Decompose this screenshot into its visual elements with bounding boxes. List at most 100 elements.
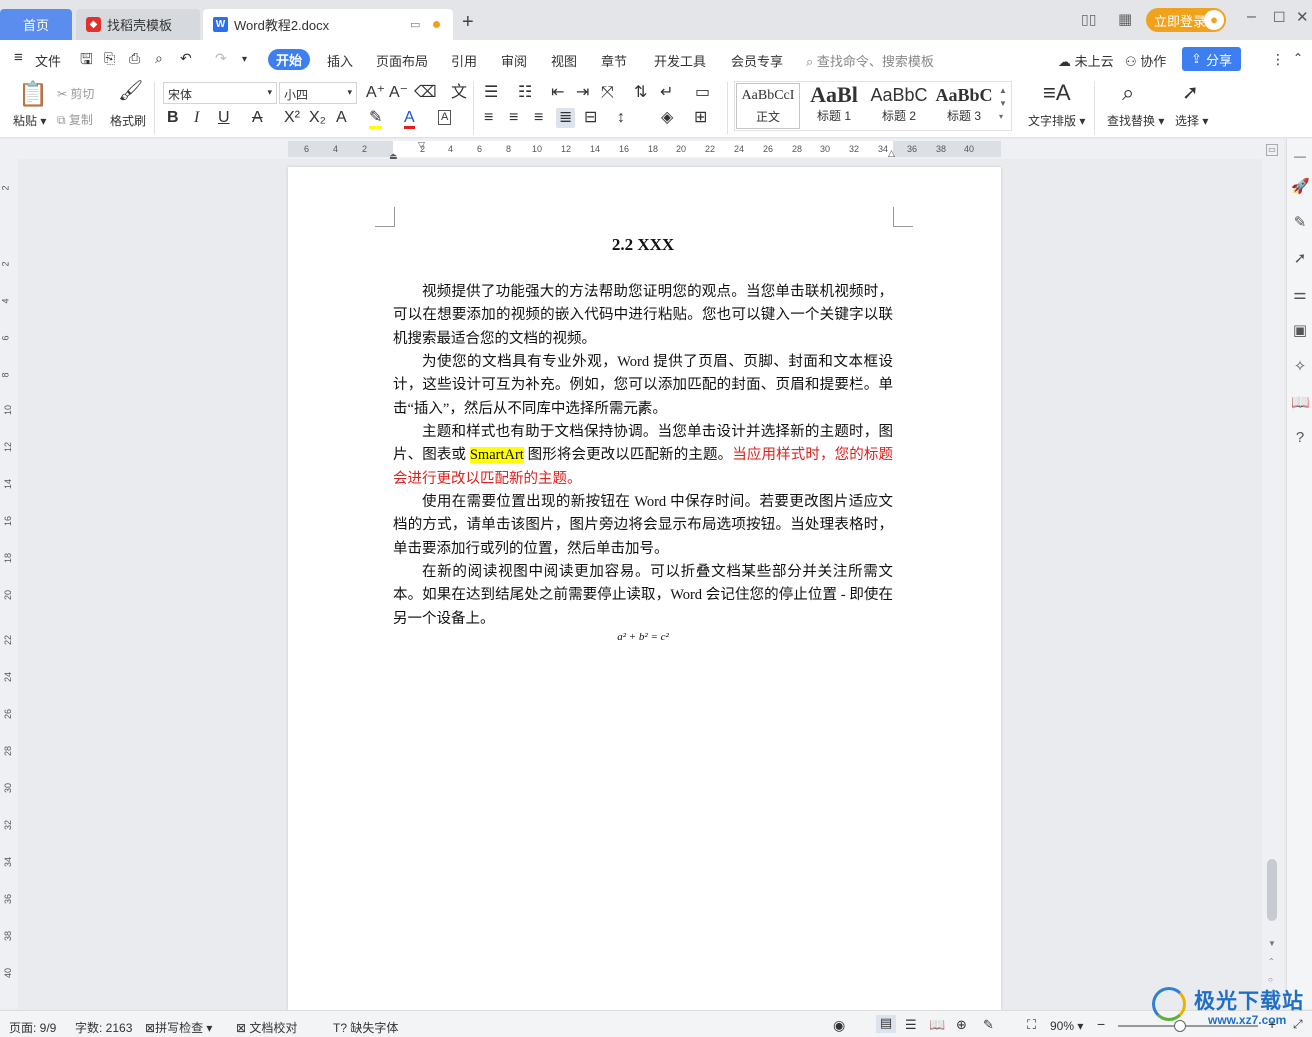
page-indicator[interactable]: 页面: 9/9 (9, 1019, 56, 1036)
highlight-icon[interactable]: ✎ (369, 110, 383, 129)
numbered-list-icon[interactable]: ☷ (518, 85, 532, 101)
command-search[interactable]: ⌕ 查找命令、搜索模板 (806, 51, 934, 70)
menu-tab-chapter[interactable]: 章节 (601, 51, 627, 70)
outline-view-icon[interactable]: ☰ (905, 1017, 917, 1033)
compass-icon[interactable]: ✧ (1291, 357, 1309, 375)
text-effect-icon[interactable]: A (336, 110, 347, 126)
write-view-icon[interactable]: ✎ (983, 1017, 994, 1033)
menu-tab-member[interactable]: 会员专享 (731, 51, 783, 70)
strikethrough-icon[interactable]: A (252, 110, 263, 126)
bold-icon[interactable]: B (167, 110, 179, 126)
shading-icon[interactable]: ◈ (661, 110, 673, 126)
browse-object-icon[interactable]: ○ (1268, 975, 1273, 984)
show-marks-icon[interactable]: ↵ (660, 85, 673, 101)
align-left-icon[interactable]: ≡ (484, 110, 493, 126)
fit-page-icon[interactable]: ⛶ (1027, 1017, 1036, 1033)
select-button[interactable]: 选择 ▾ (1175, 112, 1208, 129)
menu-file[interactable]: 文件 (35, 51, 61, 70)
menu-tab-home[interactable]: 开始 (268, 49, 310, 70)
quick-access-dropdown-icon[interactable]: ▾ (242, 54, 247, 65)
underline-icon[interactable]: U (218, 110, 230, 126)
sort-icon[interactable]: ⇅ (634, 85, 647, 101)
rocket-icon[interactable]: 🚀 (1291, 177, 1310, 195)
chinese-layout-icon[interactable]: ⤧ (601, 85, 614, 101)
font-size-select[interactable]: 小四 ▾ (279, 82, 357, 104)
find-icon[interactable]: ⌕ (1122, 82, 1134, 104)
share-button[interactable]: ⇪ 分享 (1182, 47, 1241, 71)
menu-tab-view[interactable]: 视图 (551, 51, 577, 70)
export-pdf-icon[interactable]: ⎘ (104, 50, 115, 67)
justify-icon[interactable]: ≣ (556, 108, 576, 128)
zoom-out-icon[interactable]: − (1097, 1016, 1105, 1032)
prev-page-icon[interactable]: ⌃ (1268, 957, 1275, 966)
left-indent-marker-icon[interactable]: ⏏ (389, 151, 398, 162)
font-color-icon[interactable]: A (404, 110, 415, 129)
cut-button[interactable]: ✂ 剪切 (57, 85, 94, 102)
superscript-icon[interactable]: X² (284, 110, 300, 126)
book-icon[interactable]: 📖 (1291, 393, 1310, 411)
pen-icon[interactable]: ✎ (1291, 213, 1309, 231)
hamburger-icon[interactable]: ≡ (14, 49, 23, 66)
styles-scroll-icon[interactable]: ▲ ▼ ▾ (999, 84, 1007, 123)
shrink-font-icon[interactable]: A⁻ (389, 85, 408, 101)
text-layout-icon[interactable]: ≡A (1043, 82, 1071, 104)
select-cursor-icon[interactable]: ➚ (1182, 82, 1199, 104)
style-heading1[interactable]: AaBl 标题 1 (803, 83, 865, 129)
split-view-icon[interactable]: ▭ (1266, 144, 1278, 156)
save-icon[interactable]: 🖫 (80, 49, 93, 74)
proofread-button[interactable]: ⊠ 文档校对 (236, 1019, 297, 1036)
undo-icon[interactable]: ↶ (180, 50, 192, 67)
font-family-select[interactable]: 宋体 ▾ (163, 82, 277, 104)
layout-icon[interactable]: ▯▯ (1081, 11, 1096, 28)
format-painter-icon[interactable]: 🖌 (118, 81, 143, 101)
pinyin-icon[interactable]: 文 (451, 85, 467, 101)
grow-font-icon[interactable]: A⁺ (366, 85, 385, 101)
paste-button[interactable]: 粘贴 ▾ (13, 112, 46, 129)
tab-template[interactable]: ◆ 找稻壳模板 (76, 9, 200, 40)
italic-icon[interactable]: I (194, 110, 199, 126)
cloud-status[interactable]: ☁ 未上云 (1058, 51, 1114, 70)
image-tool-icon[interactable]: ▣ (1291, 321, 1309, 339)
clear-format-icon[interactable]: ⌫ (414, 85, 437, 101)
zoom-level[interactable]: 90% ▾ (1050, 1019, 1083, 1033)
char-border-icon[interactable]: A (438, 110, 452, 125)
collaborate-button[interactable]: ⚇ 协作 (1125, 51, 1166, 70)
borders-icon[interactable]: ⊞ (694, 110, 707, 126)
redo-icon[interactable]: ↷ (215, 50, 227, 67)
sidebar-collapse-icon[interactable]: — (1291, 149, 1309, 167)
align-right-icon[interactable]: ≡ (534, 110, 543, 126)
apps-grid-icon[interactable]: ▦ (1118, 10, 1132, 28)
settings-sliders-icon[interactable]: ⚌ (1291, 285, 1309, 303)
collapse-ribbon-icon[interactable]: ⌃ (1293, 51, 1303, 65)
login-button[interactable]: 立即登录 ● (1146, 8, 1226, 32)
web-view-icon[interactable]: ⊕ (956, 1017, 967, 1033)
first-line-indent-marker-icon[interactable]: ▽ (418, 140, 425, 151)
window-mode-icon[interactable]: ▭ (410, 18, 420, 31)
help-icon[interactable]: ? (1291, 429, 1309, 447)
style-heading3[interactable]: AaBbC 标题 3 (932, 83, 996, 129)
align-center-icon[interactable]: ≡ (509, 110, 518, 126)
format-painter-button[interactable]: 格式刷 (110, 112, 146, 129)
tab-home[interactable]: 首页 (0, 9, 72, 40)
style-normal[interactable]: AaBbCcI 正文 (736, 83, 800, 129)
spell-check-button[interactable]: ⊠拼写检查 ▾ (145, 1019, 212, 1036)
missing-font-button[interactable]: T? 缺失字体 (333, 1019, 398, 1036)
right-indent-marker-icon[interactable]: △ (888, 148, 895, 159)
pointer-icon[interactable]: ➚ (1291, 249, 1309, 267)
eye-protection-icon[interactable]: ◉ (833, 1017, 845, 1034)
increase-indent-icon[interactable]: ⇥ (576, 85, 589, 101)
bullet-list-icon[interactable]: ☰ (484, 85, 498, 101)
page-view-icon[interactable]: ▤ (876, 1015, 896, 1033)
maximize-icon[interactable]: ☐ (1273, 9, 1286, 26)
menu-tab-developer[interactable]: 开发工具 (654, 51, 706, 70)
vertical-scrollbar[interactable]: ▭ ▼ ⌃ ○ ⌄ (1262, 139, 1284, 1009)
menu-tab-insert[interactable]: 插入 (327, 51, 353, 70)
find-replace-button[interactable]: 查找替换 ▾ (1107, 112, 1164, 129)
document-page[interactable]: 2.2 XXX 视频提供了功能强大的方法帮助您证明您的观点。当您单击联机视频时，… (288, 167, 1001, 1010)
new-tab-button[interactable]: + (462, 11, 474, 34)
equation[interactable]: a² + b² = c² (393, 631, 893, 643)
close-icon[interactable]: ✕ (1296, 8, 1309, 26)
distribute-icon[interactable]: ⊟ (584, 110, 597, 126)
minimize-icon[interactable]: – (1247, 8, 1256, 26)
scroll-down-icon[interactable]: ▼ (1268, 939, 1276, 948)
